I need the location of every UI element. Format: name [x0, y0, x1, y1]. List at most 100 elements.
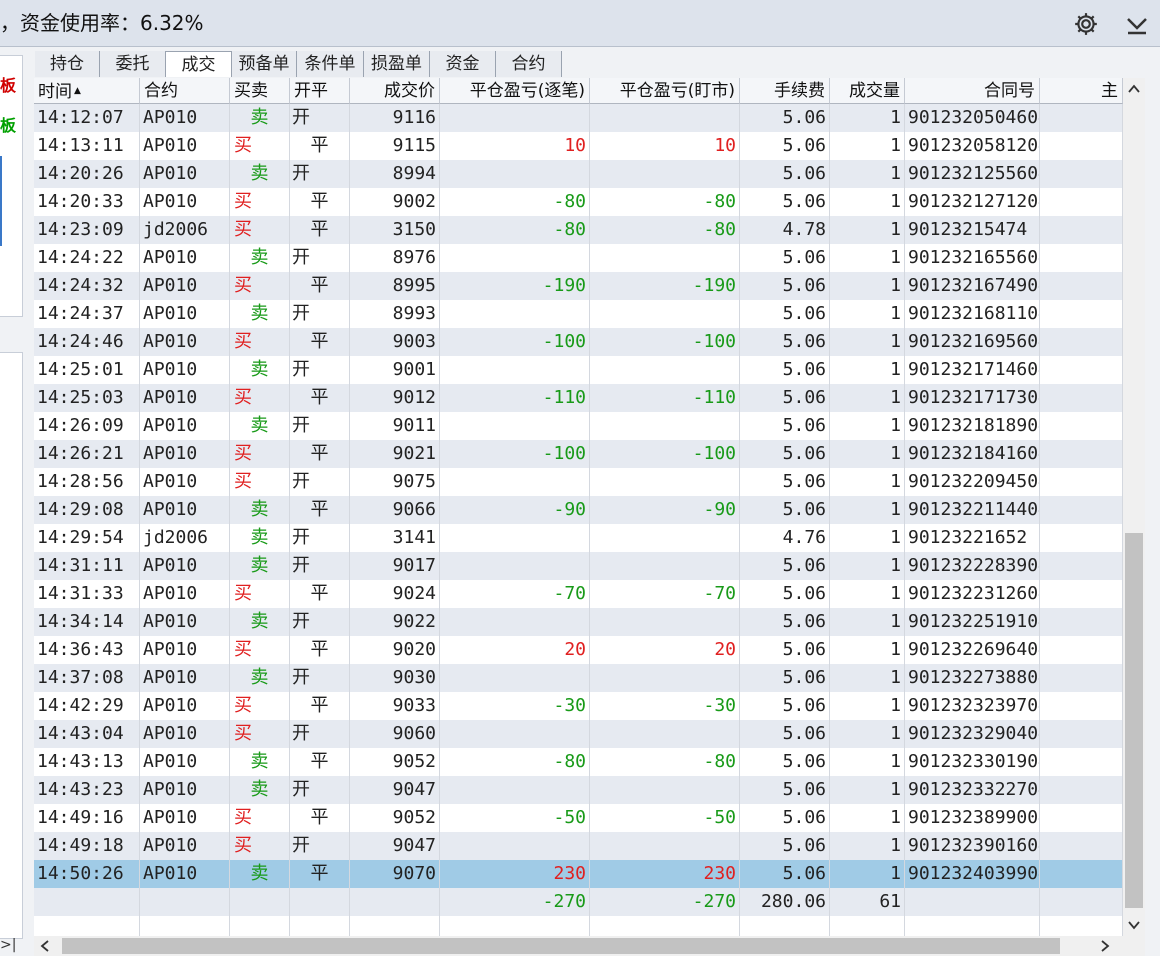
cell-qty: 1 — [830, 104, 905, 132]
table-row[interactable]: 14:29:54jd2006卖开3141 4.76190123221652 108… — [34, 524, 1123, 552]
horizontal-scrollbar[interactable] — [34, 936, 1145, 956]
tab-5[interactable]: 条件单 — [297, 51, 364, 77]
total-empty — [140, 888, 230, 916]
scroll-down-icon[interactable] — [1127, 918, 1141, 932]
scroll-right-icon[interactable] — [1098, 939, 1112, 953]
tab-8[interactable]: 合约 — [496, 51, 562, 77]
cell-time: 14:25:03 — [34, 384, 140, 412]
column-header-11[interactable]: 主 — [1040, 78, 1123, 104]
cell-time: 14:24:37 — [34, 300, 140, 328]
cell-price: 9003 — [350, 328, 440, 356]
cell-contract: AP010 — [140, 692, 230, 720]
table-row[interactable]: 14:49:18AP010买开9047 5.0619012323901604270… — [34, 832, 1123, 860]
column-header-9[interactable]: 成交量 — [830, 78, 905, 104]
table-row[interactable]: 14:43:13 AP010 卖平 9052 -80 -80 5.06 1 9012323301… — [34, 748, 1123, 776]
cell-contract: AP010 — [140, 244, 230, 272]
cell-fee: 5.06 — [740, 244, 830, 272]
cell-pnl2: 20 — [590, 636, 740, 664]
table-row[interactable]: 14:36:43 AP010 买平 9020 20 20 5.06 1 901232269640… — [34, 636, 1123, 664]
table-row[interactable]: 14:49:16 AP010 买平 9052 -50 -50 5.06 1 9012323899… — [34, 804, 1123, 832]
cell-pnl1: -80 — [440, 188, 590, 216]
cell-pnl2 — [590, 524, 740, 552]
table-row[interactable]: 14:28:56AP010买开9075 5.0619012322094504270… — [34, 468, 1123, 496]
tab-2[interactable]: 委托 — [100, 51, 166, 77]
cell-order_no: 90123215474 10853 — [905, 216, 1040, 244]
tab-1[interactable]: 持仓 — [35, 51, 100, 77]
column-header-3[interactable]: 买卖 — [230, 78, 290, 104]
side-bottom-glyph[interactable]: >| — [0, 937, 16, 953]
cell-pnl1 — [440, 356, 590, 384]
cell-price: 9017 — [350, 552, 440, 580]
table-row[interactable]: 14:23:09 jd2006 买平 3150 -80 -80 4.78 1 901232154… — [34, 216, 1123, 244]
cell-side: 买 — [230, 188, 290, 216]
table-row[interactable]: 14:34:14AP010卖开9022 5.0619012322519104270… — [34, 608, 1123, 636]
gear-icon[interactable] — [1073, 11, 1099, 37]
cell-qty: 1 — [830, 384, 905, 412]
cell-fee: 5.06 — [740, 748, 830, 776]
cell-contract: AP010 — [140, 832, 230, 860]
column-header-7[interactable]: 平仓盈亏(盯市) — [590, 78, 740, 104]
cell-side: 买 — [230, 832, 290, 860]
cell-contract: AP010 — [140, 468, 230, 496]
cell-extra — [1040, 384, 1123, 412]
column-header-8[interactable]: 手续费 — [740, 78, 830, 104]
table-row[interactable]: 14:24:22AP010卖开8976 5.0619012321655604270… — [34, 244, 1123, 272]
cell-contract: AP010 — [140, 412, 230, 440]
vertical-scroll-thumb[interactable] — [1125, 533, 1143, 908]
column-header-2[interactable]: 合约 — [140, 78, 230, 104]
table-row[interactable]: 14:31:33 AP010 买平 9024 -70 -70 5.06 1 9012322312… — [34, 580, 1123, 608]
table-row[interactable]: 14:24:32 AP010 买平 8995 -190 -190 5.06 1 90123216… — [34, 272, 1123, 300]
cell-price: 9002 — [350, 188, 440, 216]
tab-7[interactable]: 资金 — [430, 51, 496, 77]
cell-pnl1 — [440, 104, 590, 132]
tab-3[interactable]: 成交 — [166, 51, 232, 77]
table-row[interactable]: 14:42:29 AP010 买平 9033 -30 -30 5.06 1 9012323239… — [34, 692, 1123, 720]
table-row[interactable]: 14:24:46 AP010 买平 9003 -100 -100 5.06 1 90123216… — [34, 328, 1123, 356]
cell-pnl2: -100 — [590, 328, 740, 356]
table-row[interactable]: 14:37:08AP010卖开9030 5.0619012322738804270… — [34, 664, 1123, 692]
cell-time: 14:23:09 — [34, 216, 140, 244]
table-row[interactable]: 14:12:07AP010卖开9116 5.0619012320504604270… — [34, 104, 1123, 132]
table-row[interactable]: 14:24:37AP010卖开8993 5.0619012321681104270… — [34, 300, 1123, 328]
table-row[interactable]: 14:13:11 AP010 买平 9115 10 10 5.06 1 901232058120… — [34, 132, 1123, 160]
cell-time: 14:31:33 — [34, 580, 140, 608]
cell-fee: 5.06 — [740, 832, 830, 860]
cell-price: 8995 — [350, 272, 440, 300]
column-header-6[interactable]: 平仓盈亏(逐笔) — [440, 78, 590, 104]
table-row[interactable]: 14:26:09AP010卖开9011 5.0619012321818904270… — [34, 412, 1123, 440]
column-header-5[interactable]: 成交价 — [350, 78, 440, 104]
horizontal-scroll-thumb[interactable] — [62, 938, 1060, 954]
cell-time: 14:31:11 — [34, 552, 140, 580]
cell-fee: 5.06 — [740, 468, 830, 496]
tab-4[interactable]: 预备单 — [232, 51, 297, 77]
cell-fee: 4.76 — [740, 524, 830, 552]
cell-contract: AP010 — [140, 664, 230, 692]
table-row[interactable]: 14:25:01AP010卖开9001 5.0619012321714604270… — [34, 356, 1123, 384]
scroll-up-icon[interactable] — [1127, 82, 1141, 96]
column-header-4[interactable]: 开平 — [290, 78, 350, 104]
table-row[interactable]: 14:43:04AP010买开9060 5.0619012323290404270… — [34, 720, 1123, 748]
table-row[interactable]: 14:31:11AP010卖开9017 5.0619012322283904270… — [34, 552, 1123, 580]
column-header-1[interactable]: 时间 ▲ — [34, 78, 140, 104]
cell-qty: 1 — [830, 356, 905, 384]
tab-6[interactable]: 损盈单 — [364, 51, 430, 77]
cell-qty: 1 — [830, 272, 905, 300]
cell-time: 14:24:32 — [34, 272, 140, 300]
vertical-scrollbar[interactable] — [1123, 78, 1145, 936]
cell-time: 14:43:13 — [34, 748, 140, 776]
table-row[interactable]: 14:20:26AP010卖开8994 5.0619012321255604270… — [34, 160, 1123, 188]
cell-qty: 1 — [830, 328, 905, 356]
table-row[interactable]: 14:20:33 AP010 买平 9002 -80 -80 5.06 1 9012321271… — [34, 188, 1123, 216]
table-row[interactable]: 14:29:08 AP010 卖平 9066 -90 -90 5.06 1 9012322114… — [34, 496, 1123, 524]
table-row[interactable]: 14:50:26 AP010 卖平 9070 230 230 5.06 1 9012324039… — [34, 860, 1123, 888]
cell-price: 9075 — [350, 468, 440, 496]
cell-pnl1 — [440, 552, 590, 580]
scroll-left-icon[interactable] — [38, 939, 52, 953]
chevron-down-icon[interactable] — [1125, 12, 1149, 36]
column-header-10[interactable]: 合同号 — [905, 78, 1040, 104]
cell-qty: 1 — [830, 664, 905, 692]
cell-oc: 开 — [290, 720, 350, 748]
table-row[interactable]: 14:43:23AP010卖开9047 5.0619012323322704270… — [34, 776, 1123, 804]
table-row[interactable]: 14:25:03 AP010 买平 9012 -110 -110 5.06 1 90123217… — [34, 384, 1123, 412]
table-row[interactable]: 14:26:21 AP010 买平 9021 -100 -100 5.06 1 90123218… — [34, 440, 1123, 468]
